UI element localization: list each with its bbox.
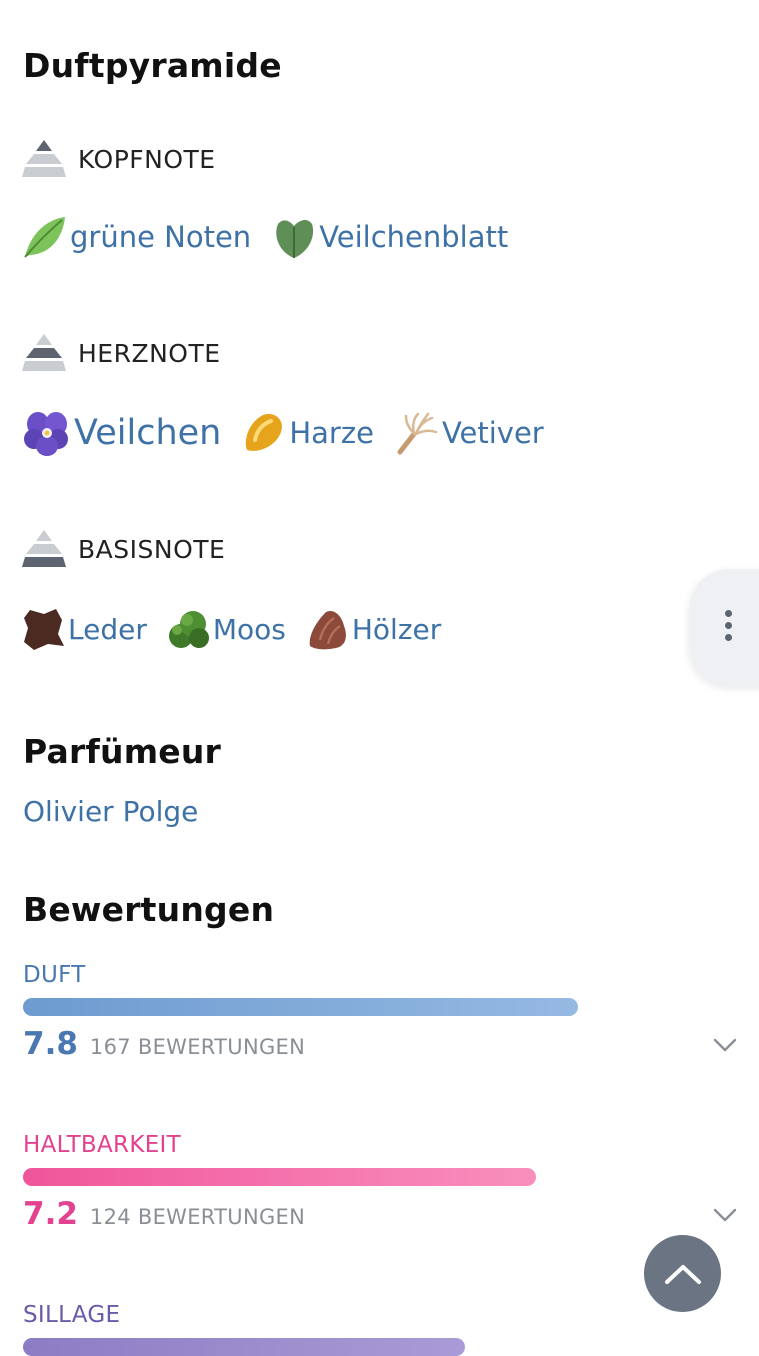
violet-flower-icon [24,412,68,456]
tier-heart-label: HERZNOTE [78,338,221,368]
ratings-title: Bewertungen [23,890,275,929]
wood-icon [309,610,346,650]
note-harze[interactable]: Harze [241,410,374,456]
note-label: Veilchen [74,413,222,453]
leather-icon [24,609,64,650]
resin-icon [246,414,283,451]
rating-haltbarkeit-count: 124 BEWERTUNGEN [89,1205,306,1229]
note-label: Harze [289,416,374,450]
note-veilchen[interactable]: Veilchen [22,408,221,458]
note-label: Veilchenblatt [319,220,509,254]
rating-duft-score: 7.8 [23,1026,78,1062]
moss-icon [168,611,209,648]
note-leder[interactable]: Leder [22,606,147,652]
note-gruene-noten[interactable]: grüne Noten [22,214,251,260]
note-veilchenblatt[interactable]: Veilchenblatt [271,214,508,260]
note-label: Moos [212,612,286,646]
tier-base-header: BASISNOTE [22,526,225,572]
scroll-to-top-button[interactable] [644,1235,721,1312]
pyramid-title: Duftpyramide [23,46,282,85]
chevron-down-icon[interactable] [712,1207,738,1223]
chevron-up-icon [664,1264,701,1284]
rating-duft-score-row: 7.8 167 BEWERTUNGEN [23,1026,305,1062]
vetiver-root-icon [397,412,438,455]
rating-duft-bar [23,998,578,1016]
more-vertical-icon[interactable] [722,610,734,646]
note-label: Hölzer [351,612,442,646]
tier-base-label: BASISNOTE [78,534,226,564]
chevron-down-icon[interactable] [712,1037,738,1053]
pyramid-base-icon [22,530,66,567]
top-notes: grüne Noten Veilchenblatt [22,214,528,260]
tier-heart-header: HERZNOTE [22,330,221,376]
note-label: Vetiver [441,416,544,450]
note-moos[interactable]: Moos [167,606,286,652]
rating-haltbarkeit-score-row: 7.2 124 BEWERTUNGEN [23,1196,305,1232]
heart-notes: Veilchen Harze Vetiver [22,408,564,458]
perfumer-link[interactable]: Olivier Polge [23,795,198,828]
pyramid-heart-icon [22,334,66,371]
perfumer-title: Parfümeur [23,732,222,771]
tier-top-header: KOPFNOTE [22,136,216,182]
note-label: grüne Noten [70,220,252,254]
tier-top-label: KOPFNOTE [78,144,216,174]
rating-haltbarkeit-score: 7.2 [23,1196,78,1232]
rating-duft-count: 167 BEWERTUNGEN [89,1035,306,1059]
green-leaf-icon [24,217,65,258]
note-label: Leder [68,612,147,646]
rating-sillage-bar [23,1338,465,1356]
rating-sillage-label: SILLAGE [23,1302,121,1328]
note-hoelzer[interactable]: Hölzer [306,606,441,652]
violet-leaf-icon [276,219,314,258]
rating-duft-label: DUFT [23,962,86,988]
rating-haltbarkeit-bar [23,1168,536,1186]
perfume-detail-page: Duftpyramide KOPFNOTE grüne Noten Veilch… [0,0,759,1356]
pyramid-top-icon [22,140,66,177]
base-notes: Leder Moos Hölzer [22,606,461,652]
note-vetiver[interactable]: Vetiver [394,410,544,456]
rating-haltbarkeit-label: HALTBARKEIT [23,1132,181,1158]
